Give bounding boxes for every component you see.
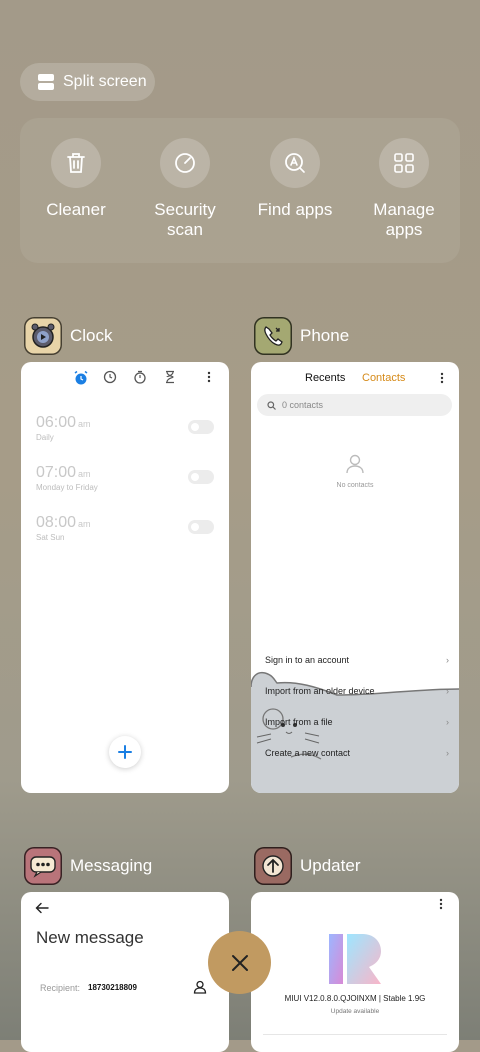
alarm-toggle[interactable] <box>188 420 214 434</box>
messaging-app-icon <box>24 847 62 885</box>
timer-tab-icon[interactable] <box>163 370 177 384</box>
option-label: Create a new contact <box>265 748 351 758</box>
update-status: Update available <box>330 1008 380 1015</box>
messaging-app-name: Messaging <box>70 856 153 875</box>
alarm-time: 06:00 <box>36 414 77 431</box>
tab-contacts[interactable]: Contacts <box>362 372 405 384</box>
person-icon <box>346 454 364 474</box>
messaging-app-card[interactable]: New message Recipient: 18730218809 <box>21 892 229 1052</box>
updater-more-icon[interactable] <box>438 898 444 910</box>
trash-icon <box>67 153 85 173</box>
alarm-tab-icon[interactable] <box>73 370 89 386</box>
chevron-right-icon: › <box>446 717 449 727</box>
phone-app-name: Phone <box>300 326 350 345</box>
recipient-field[interactable]: 18730218809 <box>88 983 137 992</box>
divider <box>263 1034 447 1035</box>
tab-recents[interactable]: Recents <box>305 372 345 384</box>
option-label: Import from a file <box>265 717 333 727</box>
updater-app-card[interactable]: MIUI V12.0.8.0.QJOINXM | Stable 1.9G Upd… <box>251 892 459 1052</box>
no-contacts-text: No contacts <box>336 482 374 489</box>
miui-version: MIUI V12.0.8.0.QJOINXM | Stable 1.9G <box>284 994 426 1003</box>
alarm-repeat: Monday to Friday <box>36 483 98 492</box>
alarm-ampm: am <box>78 419 91 429</box>
option-label: Sign in to an account <box>265 655 350 665</box>
alarm-time: 07:00 <box>36 464 77 481</box>
updater-app-header[interactable]: Updater <box>254 847 360 885</box>
back-arrow-icon[interactable] <box>35 902 49 914</box>
chevron-right-icon: › <box>446 748 449 758</box>
import-file-option[interactable]: Import from a file › <box>265 717 449 727</box>
clock-app-card[interactable]: 06:00 am Daily 07:00 am Monday to Friday 0… <box>21 362 229 793</box>
split-screen-button[interactable]: Split screen <box>20 63 155 101</box>
recipient-label: Recipient: <box>40 983 81 993</box>
add-alarm-button[interactable] <box>109 736 141 768</box>
updater-app-icon <box>254 847 292 885</box>
updater-app-name: Updater <box>300 856 361 875</box>
manage-apps-button[interactable]: Manage apps <box>349 138 459 240</box>
phone-more-icon[interactable] <box>439 372 445 384</box>
search-placeholder: 0 contacts <box>282 400 324 410</box>
close-icon <box>231 954 248 971</box>
alarm-ampm: am <box>78 519 91 529</box>
miui-12-logo <box>329 934 381 984</box>
search-icon <box>267 400 276 410</box>
alarm-toggle[interactable] <box>188 470 214 484</box>
phone-app-icon <box>254 317 292 355</box>
clock-app-name: Clock <box>70 326 113 345</box>
option-label: Import from an older device <box>265 686 375 696</box>
clock-app-icon <box>24 317 62 355</box>
security-scan-button[interactable]: Security scan <box>130 138 240 240</box>
split-screen-icon <box>38 74 54 90</box>
manage-apps-label: Manage apps <box>373 200 435 239</box>
chevron-right-icon: › <box>446 686 449 696</box>
find-apps-button[interactable]: Find apps <box>240 138 350 220</box>
security-scan-icon <box>175 153 195 173</box>
find-apps-label: Find apps <box>257 200 333 219</box>
new-message-title: New message <box>36 928 144 947</box>
alarm-repeat: Daily <box>36 433 54 442</box>
phone-app-card[interactable]: Recents Contacts 0 contacts No contacts … <box>251 362 459 793</box>
find-apps-icon <box>285 153 305 173</box>
contacts-search-input[interactable]: 0 contacts <box>257 394 452 416</box>
sign-in-account-option[interactable]: Sign in to an account › <box>265 655 449 665</box>
messaging-app-header[interactable]: Messaging <box>24 847 152 885</box>
alarm-toggle[interactable] <box>188 520 214 534</box>
chevron-right-icon: › <box>446 655 449 665</box>
add-contact-icon[interactable] <box>193 980 207 994</box>
alarm-repeat: Sat Sun <box>36 533 65 542</box>
clock-more-icon[interactable] <box>206 371 212 383</box>
phone-app-header[interactable]: Phone <box>254 317 349 355</box>
world-clock-tab-icon[interactable] <box>103 370 117 384</box>
quick-tools-panel: Cleaner Security scan Find apps Manage a… <box>20 118 460 263</box>
security-scan-label: Security scan <box>154 200 216 239</box>
cleaner-button[interactable]: Cleaner <box>21 138 131 220</box>
alarm-time: 08:00 <box>36 514 77 531</box>
grid-icon <box>394 153 414 173</box>
cleaner-label: Cleaner <box>46 200 106 219</box>
alarm-ampm: am <box>78 469 91 479</box>
plus-icon <box>118 745 132 759</box>
stopwatch-tab-icon[interactable] <box>133 370 147 384</box>
split-screen-label: Split screen <box>63 73 147 90</box>
close-all-button[interactable] <box>208 931 271 994</box>
create-contact-option[interactable]: Create a new contact › <box>265 748 449 758</box>
clock-app-header[interactable]: Clock <box>24 317 113 355</box>
import-older-device-option[interactable]: Import from an older device › <box>265 686 449 696</box>
